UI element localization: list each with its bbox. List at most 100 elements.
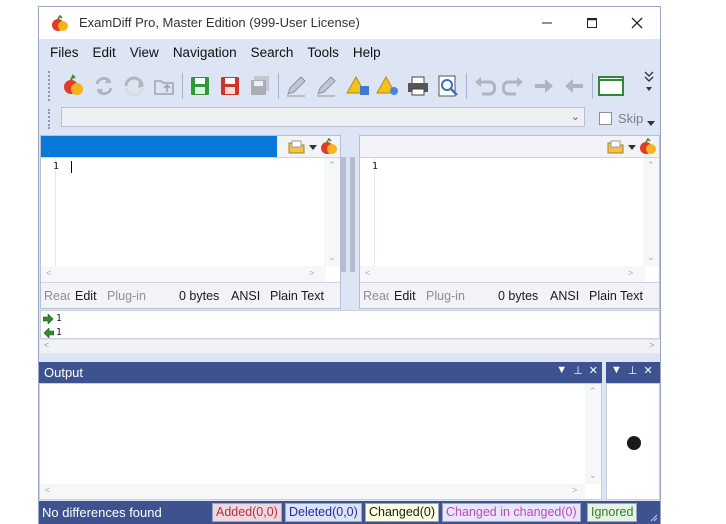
menu-navigation[interactable]: Navigation bbox=[166, 45, 244, 60]
redo-button[interactable] bbox=[501, 73, 527, 99]
right-editor[interactable]: 1 ⌃ ⌄ < > bbox=[360, 158, 659, 284]
text-caret bbox=[71, 161, 72, 173]
chevron-down-icon[interactable]: ⌄ bbox=[571, 110, 580, 123]
left-editor[interactable]: 1 ⌃ ⌄ < > bbox=[41, 158, 340, 284]
toolbar-grip[interactable] bbox=[48, 71, 52, 101]
skip-checkbox[interactable]: Skip bbox=[599, 109, 656, 127]
close-button[interactable] bbox=[614, 7, 659, 39]
print-button[interactable] bbox=[405, 73, 431, 99]
save-right-button[interactable] bbox=[217, 73, 243, 99]
open-file-icon[interactable] bbox=[288, 139, 306, 155]
scroll-right-icon[interactable]: > bbox=[572, 485, 577, 495]
print-preview-icon bbox=[438, 75, 458, 97]
horizontal-scrollbar[interactable]: < > bbox=[360, 266, 645, 282]
edit-right-button[interactable] bbox=[313, 73, 339, 99]
plugin-label[interactable]: Plug-in bbox=[426, 289, 465, 303]
save-left-button[interactable] bbox=[187, 73, 213, 99]
maximize-button[interactable] bbox=[569, 7, 614, 39]
menu-files[interactable]: Files bbox=[43, 45, 86, 60]
scroll-right-icon[interactable]: > bbox=[628, 268, 633, 278]
left-pane-header[interactable] bbox=[41, 136, 340, 158]
toolbar-overflow-button[interactable] bbox=[642, 69, 656, 95]
diff-line-strip[interactable]: 1 1 bbox=[40, 310, 660, 339]
save-all-button[interactable] bbox=[247, 73, 273, 99]
horizontal-scrollbar[interactable]: < > bbox=[41, 266, 326, 282]
compare-button[interactable] bbox=[61, 73, 87, 99]
pin-icon[interactable]: ⊥ bbox=[628, 364, 638, 377]
close-icon[interactable]: ✕ bbox=[589, 364, 598, 377]
edit-mode-toggle[interactable]: Edit bbox=[75, 289, 97, 303]
scroll-down-icon[interactable]: ⌄ bbox=[589, 470, 597, 481]
dropdown-arrow-icon[interactable] bbox=[628, 143, 636, 151]
menu-view[interactable]: View bbox=[123, 45, 166, 60]
panel-menu-icon[interactable]: ▼ bbox=[556, 364, 567, 377]
scroll-right-icon[interactable]: > bbox=[649, 340, 654, 350]
vertical-scrollbar[interactable]: ⌃ ⌄ bbox=[643, 158, 659, 266]
ignore-options-button[interactable] bbox=[345, 73, 371, 99]
deleted-count-badge[interactable]: Deleted(0,0) bbox=[285, 503, 362, 522]
scroll-up-icon[interactable]: ⌃ bbox=[328, 160, 336, 171]
chevron-double-down-icon bbox=[644, 71, 654, 91]
dropdown-arrow-icon[interactable] bbox=[309, 143, 317, 151]
changed-in-changed-badge[interactable]: Changed in changed(0) bbox=[442, 503, 581, 522]
recompare-button[interactable] bbox=[91, 73, 117, 99]
undo-button[interactable] bbox=[471, 73, 497, 99]
file-type[interactable]: Plain Text bbox=[589, 289, 643, 303]
printer-icon bbox=[408, 76, 428, 96]
encoding[interactable]: ANSI bbox=[231, 289, 260, 303]
panel-menu-icon[interactable]: ▼ bbox=[611, 364, 622, 377]
right-pane-header[interactable] bbox=[360, 136, 659, 158]
menu-tools[interactable]: Tools bbox=[300, 45, 346, 60]
edit-left-button[interactable] bbox=[283, 73, 309, 99]
read-only-toggle[interactable]: Read bbox=[44, 289, 70, 303]
diff-row-second: 1 bbox=[43, 326, 62, 339]
menu-help[interactable]: Help bbox=[346, 45, 388, 60]
side-panel[interactable] bbox=[606, 383, 660, 500]
undo-icon bbox=[475, 77, 496, 96]
left-pane-tools bbox=[288, 138, 338, 156]
menu-search[interactable]: Search bbox=[244, 45, 301, 60]
open-folder-button[interactable] bbox=[151, 73, 177, 99]
open-file-icon[interactable] bbox=[607, 139, 625, 155]
next-difference-button[interactable] bbox=[531, 73, 557, 99]
compare-apples-icon[interactable] bbox=[320, 138, 338, 156]
menu-edit[interactable]: Edit bbox=[86, 45, 123, 60]
minimize-button[interactable] bbox=[524, 7, 569, 39]
scroll-left-icon[interactable]: < bbox=[44, 340, 49, 350]
vertical-scrollbar[interactable]: ⌃ ⌄ bbox=[324, 158, 340, 266]
diff-strip-scrollbar[interactable]: < > bbox=[40, 340, 660, 353]
ignored-badge[interactable]: Ignored bbox=[587, 503, 638, 522]
scroll-left-icon[interactable]: < bbox=[365, 268, 370, 278]
scroll-up-icon[interactable]: ⌃ bbox=[647, 160, 655, 171]
resize-grip-icon[interactable] bbox=[650, 514, 658, 522]
output-panel[interactable]: ⌃ ⌄ < > bbox=[39, 383, 602, 500]
read-only-toggle[interactable]: Read bbox=[363, 289, 389, 303]
dropdown-arrow-icon[interactable] bbox=[647, 119, 656, 127]
swap-files-button[interactable] bbox=[121, 73, 147, 99]
scroll-up-icon[interactable]: ⌃ bbox=[589, 386, 597, 397]
file-type[interactable]: Plain Text bbox=[270, 289, 324, 303]
scroll-right-icon[interactable]: > bbox=[309, 268, 314, 278]
encoding[interactable]: ANSI bbox=[550, 289, 579, 303]
pane-splitter[interactable] bbox=[340, 157, 356, 272]
scroll-down-icon[interactable]: ⌄ bbox=[647, 252, 655, 263]
added-count-badge[interactable]: Added(0,0) bbox=[212, 503, 282, 522]
close-icon[interactable]: ✕ bbox=[643, 364, 652, 377]
compare-apples-icon[interactable] bbox=[639, 138, 657, 156]
filter-options-button[interactable] bbox=[375, 73, 401, 99]
vertical-scrollbar[interactable]: ⌃ ⌄ bbox=[585, 384, 601, 484]
skip-checkbox-box[interactable] bbox=[599, 111, 612, 125]
horizontal-scrollbar[interactable]: < > bbox=[40, 484, 585, 499]
path-combo[interactable]: ⌄ bbox=[61, 107, 585, 127]
pathbar-grip[interactable] bbox=[48, 109, 52, 129]
scroll-left-icon[interactable]: < bbox=[45, 485, 50, 495]
view-layout-button[interactable] bbox=[597, 73, 625, 99]
edit-mode-toggle[interactable]: Edit bbox=[394, 289, 416, 303]
previous-difference-button[interactable] bbox=[561, 73, 587, 99]
scroll-left-icon[interactable]: < bbox=[46, 268, 51, 278]
print-preview-button[interactable] bbox=[435, 73, 461, 99]
pin-icon[interactable]: ⊥ bbox=[573, 364, 583, 377]
changed-count-badge[interactable]: Changed(0) bbox=[365, 503, 440, 522]
plugin-label[interactable]: Plug-in bbox=[107, 289, 146, 303]
scroll-down-icon[interactable]: ⌄ bbox=[328, 252, 336, 263]
